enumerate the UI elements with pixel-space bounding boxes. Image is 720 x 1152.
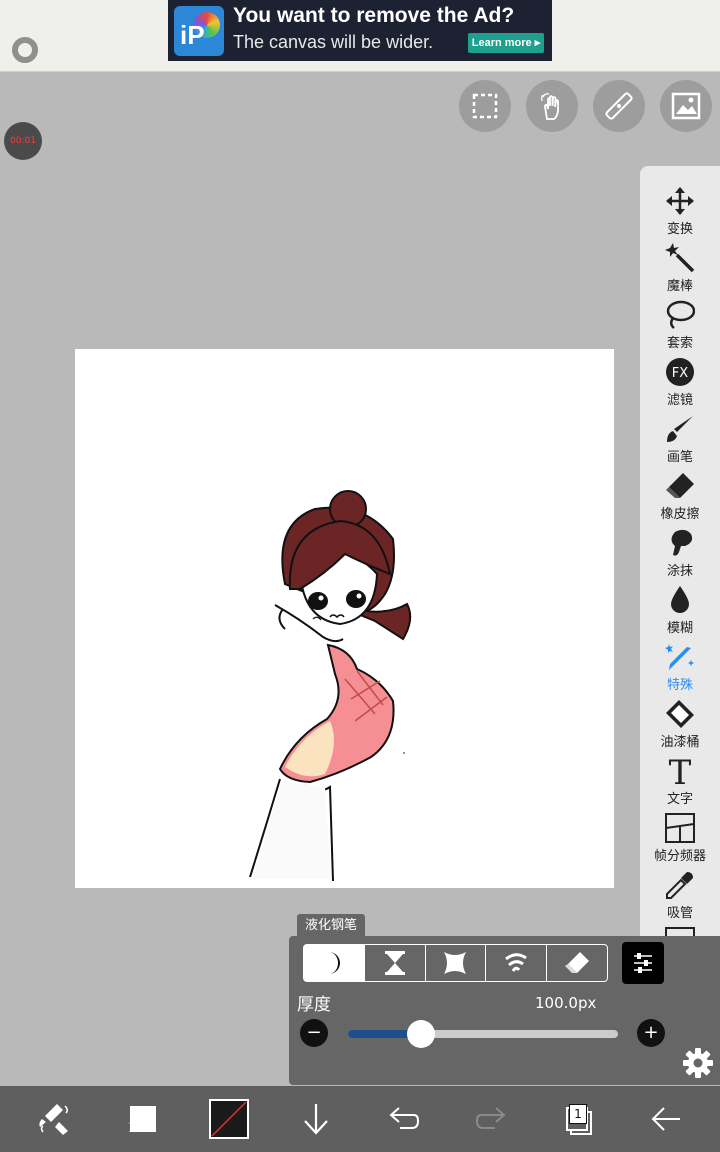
brush-eraser-switch-icon [39,1104,69,1135]
redo-button[interactable] [461,1086,521,1152]
thickness-value: 100.0px [535,994,597,1012]
tool-brush[interactable]: 画笔 [640,402,720,465]
tool-text[interactable]: T 文字 [640,744,720,807]
selection-button[interactable] [459,80,511,132]
slider-knob[interactable] [406,1020,435,1048]
brush-settings-button[interactable] [622,942,664,984]
text-icon: T [669,756,692,786]
quick-switch-button[interactable] [24,1086,84,1152]
redo-icon [475,1107,506,1129]
brush-settings-panel: 厚度 100.0px − + [289,936,720,1085]
ruler-button[interactable] [593,80,645,132]
paint-bucket-icon [666,700,694,728]
bottom-toolbar [0,1086,720,1152]
arrow-down-icon [304,1104,328,1135]
frame-divider-icon [665,813,695,843]
layer-count-badge: 1 [569,1104,587,1124]
brush-mode-hourglass[interactable] [364,945,425,981]
character-drawing [249,490,412,882]
transform-icon [666,187,694,215]
thickness-slider[interactable] [348,1020,618,1048]
eraser-mode-icon [565,952,590,973]
crescent-mode-icon [328,952,340,974]
logo-text: iP [180,20,205,50]
record-ring-icon[interactable] [12,37,38,63]
brush-name-tab: 液化钢笔 [297,914,366,938]
hand-gesture-icon [541,93,559,120]
undo-icon [389,1107,420,1129]
drawing-canvas[interactable] [75,349,614,888]
sliders-icon [634,953,652,973]
color-swatch-icon [209,1099,249,1139]
ad-title: You want to remove the Ad? [233,4,515,27]
brush-opacity-value: 100 [128,1121,153,1136]
brush-mode-pinch[interactable] [425,945,486,981]
color-picker-button[interactable] [199,1086,259,1152]
ad-bar: iP You want to remove the Ad? The canvas… [0,0,720,72]
tool-lasso[interactable]: 套索 [640,288,720,351]
tool-frame-divider[interactable]: 帧分频器 [640,801,720,864]
svg-text:T: T [669,756,692,786]
lasso-icon [666,300,695,329]
hourglass-mode-icon [384,951,405,975]
svg-text:FX: FX [672,366,688,381]
tool-sidebar: 变换 魔棒 套索 FX 滤镜 画笔 橡皮擦 涂抹 模糊 特殊 油漆桶 T 文字 [640,166,720,986]
thickness-decrease-button[interactable]: − [300,1019,328,1047]
fx-filter-icon: FX [666,358,694,386]
eraser-icon [666,473,694,498]
ad-subtitle: The canvas will be wider. [233,32,434,52]
swirl-mode-icon [505,953,528,972]
merge-down-button[interactable] [286,1086,346,1152]
tool-special[interactable]: 特殊 [640,630,720,693]
tool-smudge[interactable]: 涂抹 [640,516,720,579]
recording-timer[interactable]: 00:01 [4,122,42,160]
brush-icon [667,416,693,442]
brush-mode-selector [303,944,608,982]
blur-drop-icon [671,586,689,613]
tool-blur[interactable]: 模糊 [640,573,720,636]
hand-gesture-button[interactable] [526,80,578,132]
tool-eyedropper[interactable]: 吸管 [640,858,720,921]
arrow-left-icon [651,1107,680,1131]
brush-opacity-button[interactable] [113,1086,173,1152]
brush-mode-crescent[interactable] [304,945,364,981]
ad-banner[interactable]: iP You want to remove the Ad? The canvas… [168,0,552,61]
thickness-increase-button[interactable]: + [637,1019,665,1047]
undo-button[interactable] [374,1086,434,1152]
image-icon [671,92,701,120]
special-pen-icon [665,644,694,670]
smudge-icon [671,529,693,556]
thickness-label: 厚度 [297,995,331,1015]
ibispaint-logo: iP [174,6,224,56]
tool-eraser[interactable]: 橡皮擦 [640,459,720,522]
ad-learn-more-button[interactable]: Learn more ▸ [468,33,544,53]
tool-magic-wand[interactable]: 魔棒 [640,231,720,294]
ruler-icon [605,92,633,120]
eyedropper-icon [666,872,693,899]
brush-mode-eraser[interactable] [547,945,607,981]
tool-transform[interactable]: 变换 [640,174,720,237]
back-button[interactable] [636,1086,696,1152]
gear-icon[interactable] [682,1047,714,1079]
tool-paint-bucket[interactable]: 油漆桶 [640,687,720,750]
pinch-mode-icon [444,952,467,974]
tool-filter[interactable]: FX 滤镜 [640,345,720,408]
reference-image-button[interactable] [660,80,712,132]
brush-mode-swirl[interactable] [486,945,547,981]
magic-wand-icon [665,243,695,273]
selection-icon [472,93,498,119]
